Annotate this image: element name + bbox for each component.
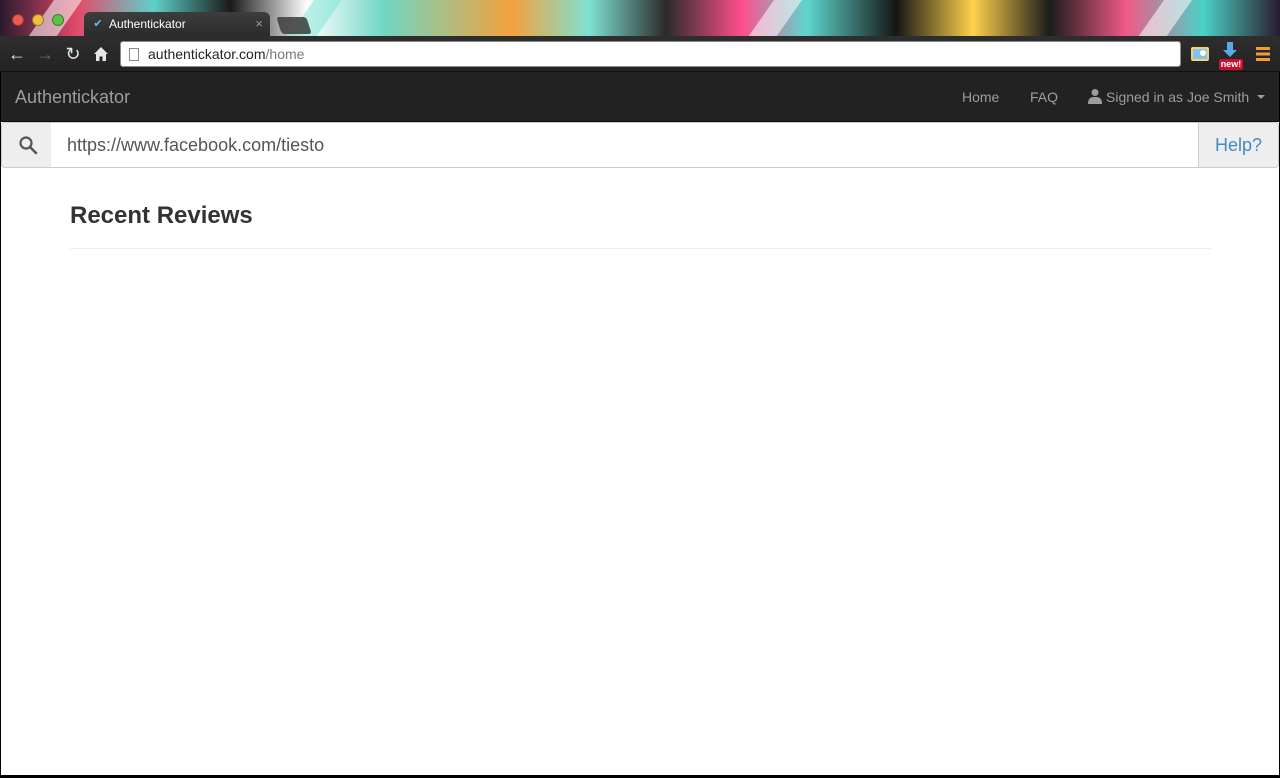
- window-minimize-button[interactable]: [32, 14, 44, 26]
- nav-link-faq[interactable]: FAQ: [1030, 89, 1058, 105]
- address-host: authentickator.com: [148, 46, 266, 62]
- extension-map-icon[interactable]: [1189, 43, 1211, 65]
- browser-tab-active[interactable]: ✔ Authentickator ×: [84, 12, 270, 36]
- tab-favicon-icon: ✔: [93, 18, 103, 30]
- titlebar-art: [1128, 0, 1200, 36]
- chevron-down-icon[interactable]: [1257, 95, 1265, 99]
- user-icon: [1088, 89, 1102, 104]
- reload-icon[interactable]: ↻: [61, 42, 85, 66]
- home-icon[interactable]: [89, 42, 113, 66]
- browser-toolbar: ← → ↻ authentickator.com/home new!: [0, 36, 1280, 72]
- search-bar: Help?: [1, 122, 1279, 168]
- search-icon: [19, 136, 38, 155]
- help-button[interactable]: Help?: [1198, 122, 1279, 168]
- nav-link-home[interactable]: Home: [962, 89, 999, 105]
- back-arrow-icon[interactable]: ←: [5, 42, 29, 66]
- titlebar-art: [738, 0, 810, 36]
- extension-new-badge: new!: [1219, 59, 1243, 70]
- search-addon[interactable]: [1, 122, 52, 168]
- brand-link[interactable]: Authentickator: [15, 87, 130, 108]
- page-icon: [129, 47, 139, 61]
- tab-close-icon[interactable]: ×: [255, 16, 263, 31]
- heading-divider: [70, 248, 1211, 249]
- page-content: Authentickator Home FAQ Signed in as Joe…: [1, 72, 1279, 775]
- window-zoom-button[interactable]: [52, 14, 64, 26]
- user-menu-dropdown[interactable]: Signed in as Joe Smith: [1106, 89, 1249, 105]
- browser-menu-icon[interactable]: [1252, 43, 1274, 65]
- browser-titlebar: ✔ Authentickator ×: [0, 0, 1280, 36]
- site-navbar: Authentickator Home FAQ Signed in as Joe…: [1, 72, 1279, 122]
- search-input[interactable]: [51, 122, 1199, 168]
- address-bar[interactable]: authentickator.com/home: [120, 41, 1181, 67]
- page-title: Recent Reviews: [70, 202, 253, 229]
- window-close-button[interactable]: [12, 14, 24, 26]
- forward-arrow-icon[interactable]: →: [33, 42, 57, 66]
- tab-title: Authentickator: [109, 17, 186, 31]
- address-path: /home: [265, 46, 305, 62]
- new-tab-button[interactable]: [276, 17, 312, 34]
